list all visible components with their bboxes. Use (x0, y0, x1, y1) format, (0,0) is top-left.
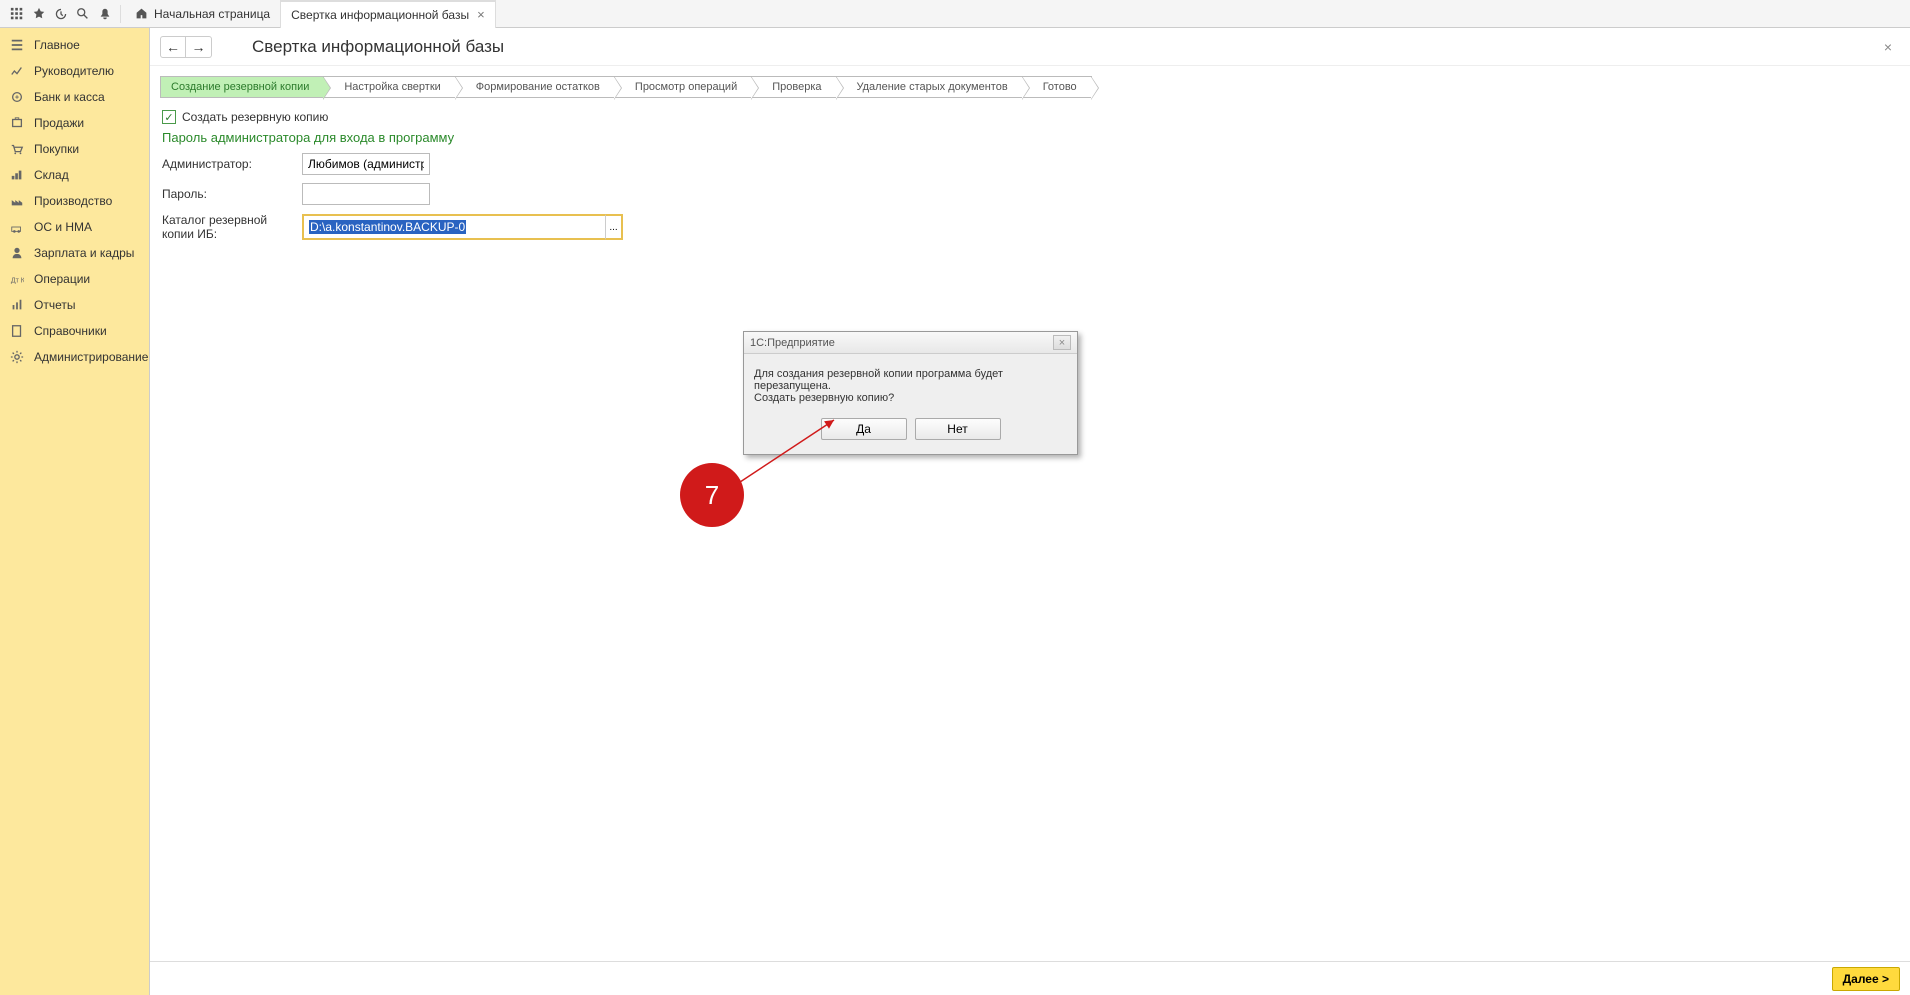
confirm-dialog: 1С:Предприятие × Для создания резервной … (743, 331, 1078, 455)
tab-current-label: Свертка информационной базы (291, 8, 469, 22)
admin-label: Администратор: (162, 157, 302, 171)
sidebar-item-rep[interactable]: Отчеты (0, 292, 149, 318)
nav-back-button[interactable]: ← (160, 36, 186, 58)
wizard-step-5[interactable]: Удаление старых документов (836, 76, 1023, 98)
wizard-step-3[interactable]: Просмотр операций (614, 76, 752, 98)
dialog-yes-button[interactable]: Да (821, 418, 907, 440)
sidebar-item-main[interactable]: Главное (0, 32, 149, 58)
page-title: Свертка информационной базы (252, 37, 504, 57)
sidebar: Главное Руководителю Банк и касса Продаж… (0, 28, 150, 995)
dialog-line2: Создать резервную копию? (754, 392, 1067, 404)
wizard-step-4[interactable]: Проверка (751, 76, 836, 98)
wizard-step-0[interactable]: Создание резервной копии (160, 76, 324, 98)
sidebar-item-mgr[interactable]: Руководителю (0, 58, 149, 84)
wizard-step-1[interactable]: Настройка свертки (323, 76, 455, 98)
bell-icon[interactable] (94, 3, 116, 25)
password-label: Пароль: (162, 187, 302, 201)
dialog-title: 1С:Предприятие (750, 337, 835, 349)
annotation-badge: 7 (680, 463, 744, 527)
nav-fwd-button[interactable]: → (186, 36, 212, 58)
star-icon[interactable] (28, 3, 50, 25)
apps-icon[interactable] (6, 3, 28, 25)
tab-home[interactable]: Начальная страница (125, 0, 281, 28)
sidebar-item-purch[interactable]: Покупки (0, 136, 149, 162)
backup-checkbox-label: Создать резервную копию (182, 110, 328, 124)
wizard-steps: Создание резервной копии Настройка сверт… (150, 66, 1910, 104)
next-button[interactable]: Далее > (1832, 967, 1900, 991)
home-icon (135, 7, 148, 20)
wizard-step-2[interactable]: Формирование остатков (455, 76, 615, 98)
sidebar-item-ware[interactable]: Склад (0, 162, 149, 188)
dialog-no-button[interactable]: Нет (915, 418, 1001, 440)
path-browse-button[interactable]: ... (605, 214, 623, 240)
search-icon[interactable] (72, 3, 94, 25)
content: ← → Свертка информационной базы × Создан… (150, 28, 1910, 995)
section-title: Пароль администратора для входа в програ… (162, 130, 1898, 145)
close-page-icon[interactable]: × (1876, 35, 1900, 59)
sidebar-item-os[interactable]: ОС и НМА (0, 214, 149, 240)
tab-current[interactable]: Свертка информационной базы × (281, 0, 496, 28)
content-header: ← → Свертка информационной базы × (150, 28, 1910, 66)
tab-home-label: Начальная страница (154, 7, 270, 21)
sidebar-item-prod[interactable]: Производство (0, 188, 149, 214)
sidebar-item-ops[interactable]: Дт КтОперации (0, 266, 149, 292)
admin-input[interactable] (302, 153, 430, 175)
sidebar-item-bank[interactable]: Банк и касса (0, 84, 149, 110)
dialog-line1: Для создания резервной копии программа б… (754, 368, 1067, 392)
backup-checkbox[interactable]: ✓ (162, 110, 176, 124)
path-input[interactable]: D:\a.konstantinov.BACKUP-0 (302, 214, 607, 240)
sidebar-item-admin[interactable]: Администрирование (0, 344, 149, 370)
sidebar-item-sales[interactable]: Продажи (0, 110, 149, 136)
dialog-body: Для создания резервной копии программа б… (744, 354, 1077, 418)
tab-close-icon[interactable]: × (477, 7, 485, 22)
top-toolbar: Начальная страница Свертка информационно… (0, 0, 1910, 28)
dialog-titlebar[interactable]: 1С:Предприятие × (744, 332, 1077, 354)
dialog-close-button[interactable]: × (1053, 335, 1071, 350)
sidebar-item-dict[interactable]: Справочники (0, 318, 149, 344)
path-label: Каталог резервной копии ИБ: (162, 213, 302, 241)
svg-text:Дт Кт: Дт Кт (11, 278, 24, 285)
footer: Далее > (150, 961, 1910, 995)
history-icon[interactable] (50, 3, 72, 25)
password-input[interactable] (302, 183, 430, 205)
sidebar-item-hr[interactable]: Зарплата и кадры (0, 240, 149, 266)
wizard-step-6[interactable]: Готово (1022, 76, 1092, 98)
form-area: ✓ Создать резервную копию Пароль админис… (150, 104, 1910, 255)
